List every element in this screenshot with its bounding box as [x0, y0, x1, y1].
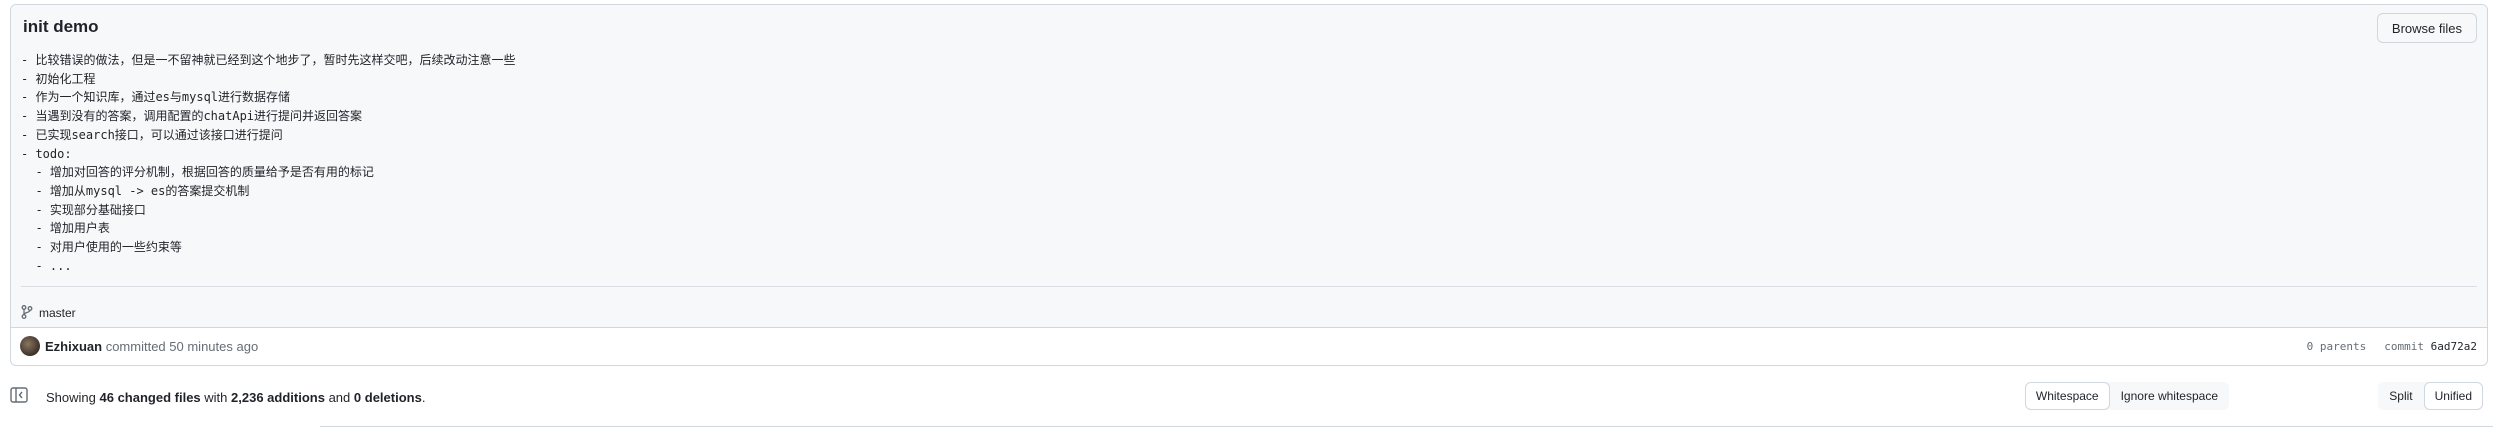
commit-description-line: - ...	[21, 258, 72, 273]
file-tree-toggle-icon[interactable]	[10, 387, 28, 408]
diff-summary: Showing 46 changed files with 2,236 addi…	[46, 390, 425, 405]
split-view-button[interactable]: Split	[2378, 382, 2424, 410]
commit-meta: Ezhixuan committed 50 minutes ago 0 pare…	[11, 327, 2487, 365]
summary-period: .	[421, 390, 426, 405]
commit-sha[interactable]: 6ad72a2	[2431, 340, 2477, 353]
commit-label: commit	[2384, 340, 2425, 353]
browse-files-button[interactable]: Browse files	[2376, 13, 2477, 43]
file-list-divider	[320, 426, 2493, 427]
ignore-whitespace-button[interactable]: Ignore whitespace	[2109, 382, 2229, 410]
commit-description-line: - 作为一个知识库，通过es与mysql进行数据存储	[21, 90, 291, 105]
avatar[interactable]	[20, 336, 40, 356]
showing-text: Showing	[46, 390, 96, 405]
diff-toolbar: Showing 46 changed files with 2,236 addi…	[10, 382, 2483, 412]
commit-description-line: - 当遇到没有的答案，调用配置的chatApi进行提问并返回答案	[21, 109, 363, 124]
author-name-link[interactable]: Ezhixuan	[45, 339, 102, 354]
commit-description: - 比较错误的做法，但是一不留神就已经到这个地步了，暂时先这样交吧，后续改动注意…	[21, 51, 2467, 275]
branch-link[interactable]: master	[39, 306, 76, 320]
sha-info: 0 parents commit 6ad72a2	[2307, 340, 2477, 353]
commit-description-line: - 对用户使用的一些约束等	[21, 240, 182, 255]
author-line: Ezhixuan committed 50 minutes ago	[45, 339, 258, 354]
additions-count: 2,236 additions	[231, 390, 325, 405]
unified-view-button[interactable]: Unified	[2423, 382, 2483, 410]
and-text: and	[328, 390, 351, 405]
parents-count: 0 parents	[2306, 340, 2367, 353]
whitespace-button[interactable]: Whitespace	[2024, 382, 2110, 410]
commit-description-line: - 初始化工程	[21, 71, 96, 86]
deletions-count: 0 deletions	[353, 390, 422, 405]
committed-time: committed 50 minutes ago	[105, 339, 259, 354]
commit-title: init demo	[23, 17, 99, 36]
commit-description-line: - 比较错误的做法，但是一不留神就已经到这个地步了，暂时先这样交吧，后续改动注意…	[21, 53, 516, 67]
commit-description-line: - todo:	[21, 146, 72, 161]
commit-header: init demo Browse files - 比较错误的做法，但是一不留神就…	[11, 5, 2487, 328]
diff-view-toggle-group: Split Unified	[2378, 382, 2483, 410]
with-text: with	[204, 390, 228, 405]
commit-sha-group: commit 6ad72a2	[2384, 340, 2477, 353]
changed-files-count: 46 changed files	[99, 390, 201, 405]
commit-box: init demo Browse files - 比较错误的做法，但是一不留神就…	[10, 4, 2488, 366]
commit-description-line: - 增加从mysql -> es的答案提交机制	[21, 183, 250, 198]
branch-container: master	[21, 304, 76, 322]
git-branch-icon	[21, 304, 33, 322]
commit-description-line: - 增加用户表	[21, 221, 110, 236]
header-divider	[21, 286, 2477, 287]
commit-description-line: - 实现部分基础接口	[21, 202, 146, 217]
commit-description-line: - 已实现search接口，可以通过该接口进行提问	[21, 127, 283, 142]
whitespace-toggle-group: Whitespace Ignore whitespace	[2024, 382, 2229, 410]
commit-description-line: - 增加对回答的评分机制，根据回答的质量给予是否有用的标记	[21, 165, 374, 180]
